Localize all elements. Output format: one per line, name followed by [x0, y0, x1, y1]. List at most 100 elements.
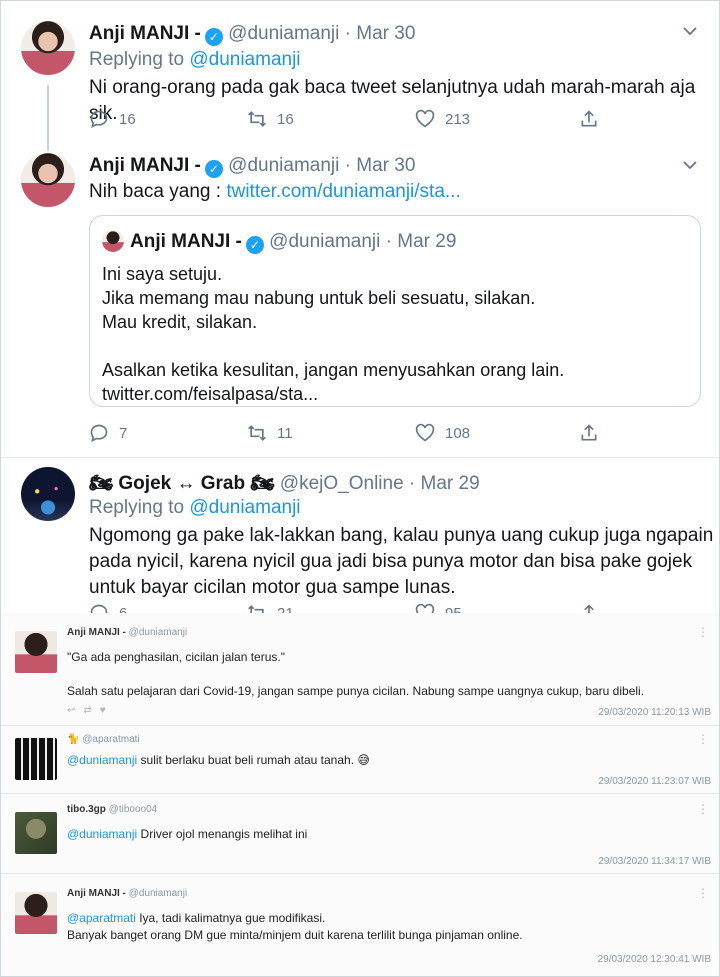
deck-header: 🐈 @aparatmati: [67, 734, 140, 745]
deck-tweet-4[interactable]: Anji MANJI - @duniamanji ⋮ @aparatmati I…: [1, 873, 719, 976]
deck-text: @aparatmati Iya, tadi kalimatnya gue mod…: [67, 910, 523, 944]
mention-link[interactable]: @duniamanji: [67, 827, 137, 841]
like-count: 108: [445, 424, 471, 442]
replying-label: Replying to: [89, 49, 190, 70]
deck-text: @duniamanji Driver ojol menangis melihat…: [67, 826, 307, 843]
display-name[interactable]: Anji MANJI -: [67, 888, 126, 899]
like-count: 213: [445, 110, 471, 128]
tweet-header: Anji MANJI - ✓ @duniamanji · Mar 30: [89, 23, 415, 46]
share-button[interactable]: [579, 423, 599, 443]
chevron-down-icon[interactable]: [683, 23, 697, 40]
share-icon: [581, 424, 597, 441]
tweet-actions: 7 11 108: [89, 423, 609, 447]
quote-line: Asalkan ketika kesulitan, jangan menyusa…: [102, 360, 565, 380]
user-handle[interactable]: @duniamanji: [129, 888, 188, 899]
retweet-button[interactable]: 16: [247, 109, 294, 129]
more-options-icon[interactable]: ⋮: [697, 732, 709, 746]
tweet-text: Ngomong ga pake lak-lakkan bang, kalau p…: [89, 523, 713, 601]
more-options-icon[interactable]: ⋮: [697, 802, 709, 816]
replying-to: Replying to @duniamanji: [89, 497, 301, 519]
verified-badge-icon: ✓: [204, 160, 223, 178]
replying-to: Replying to @duniamanji: [89, 49, 301, 71]
reply-icon: [90, 424, 108, 443]
display-name[interactable]: Anji MANJI -: [89, 23, 201, 44]
avatar[interactable]: [15, 631, 57, 673]
tweet-3[interactable]: 🏍 Gojek ↔ Grab 🏍 @kejO_Online · Mar 29 R…: [1, 459, 719, 623]
user-handle[interactable]: @tibooo04: [109, 804, 158, 815]
display-name[interactable]: tibo.3gp: [67, 804, 106, 815]
tweet-line: Ngomong ga pake lak-lakkan bang, kalau p…: [89, 525, 714, 546]
tweet-date[interactable]: · Mar 30: [345, 23, 416, 44]
deck-timestamp: 29/03/2020 11:23:07 WIB: [598, 776, 711, 787]
tweet-text-prefix: Nih baca yang :: [89, 181, 227, 202]
retweet-button[interactable]: 11: [247, 423, 293, 443]
verified-badge-icon: ✓: [245, 236, 264, 254]
tweet-actions: 16 16 213: [89, 109, 609, 133]
reply-icon[interactable]: ↩: [67, 705, 83, 716]
deck-timestamp: 29/03/2020 12:30:41 WIB: [597, 954, 711, 965]
deck-line: Banyak banget orang DM gue minta/minjem …: [67, 928, 523, 942]
chevron-down-icon[interactable]: [683, 157, 697, 174]
deck-tweet-2[interactable]: 🐈 @aparatmati ⋮ @duniamanji sulit berlak…: [1, 725, 719, 793]
avatar[interactable]: [21, 153, 75, 207]
avatar[interactable]: [15, 892, 57, 934]
deck-timestamp: 29/03/2020 11:20:13 WIB: [598, 707, 711, 718]
avatar[interactable]: [15, 812, 57, 854]
mention-link[interactable]: @duniamanji: [67, 753, 137, 767]
deck-line: Driver ojol menangis melihat ini: [137, 827, 308, 841]
tweet-line: untuk bayar cicilan motor gua sampe luna…: [89, 577, 456, 598]
user-handle[interactable]: @aparatmati: [82, 734, 139, 745]
retweet-icon[interactable]: ⇄: [83, 705, 99, 716]
more-options-icon[interactable]: ⋮: [697, 625, 709, 639]
replying-label: Replying to: [89, 497, 190, 518]
like-button[interactable]: 108: [415, 423, 470, 443]
deck-text: @duniamanji sulit berlaku buat beli ruma…: [67, 752, 370, 769]
heart-icon[interactable]: ♥: [100, 705, 114, 716]
quote-avatar: [102, 230, 124, 252]
replying-handle-link[interactable]: @duniamanji: [189, 497, 300, 518]
reply-button[interactable]: 16: [89, 109, 136, 129]
avatar[interactable]: [21, 467, 75, 521]
screenshot-frame: Anji MANJI - ✓ @duniamanji · Mar 30 Reply…: [0, 0, 720, 977]
avatar[interactable]: [21, 21, 75, 75]
retweet-count: 16: [277, 110, 294, 128]
tweet-header: 🏍 Gojek ↔ Grab 🏍 @kejO_Online · Mar 29: [89, 471, 480, 495]
display-name[interactable]: Anji MANJI -: [67, 627, 126, 638]
tweet-1[interactable]: Anji MANJI - ✓ @duniamanji · Mar 30 Reply…: [1, 1, 719, 151]
display-name[interactable]: Anji MANJI -: [89, 155, 201, 176]
quote-header: Anji MANJI - ✓ @duniamanji · Mar 29: [102, 230, 456, 254]
user-handle[interactable]: @duniamanji: [228, 155, 339, 176]
cat-icon: 🐈: [67, 734, 80, 745]
deck-text: "Ga ada penghasilan, cicilan jalan terus…: [67, 649, 644, 700]
deck-tweet-3[interactable]: tibo.3gp @tibooo04 ⋮ @duniamanji Driver …: [1, 793, 719, 873]
deck-line: Salah satu pelajaran dari Covid-19, jang…: [67, 684, 645, 698]
tweet-2[interactable]: Anji MANJI - ✓ @duniamanji · Mar 30 Nih b…: [1, 151, 719, 459]
replying-handle-link[interactable]: @duniamanji: [189, 49, 300, 70]
deck-tweet-1[interactable]: Anji MANJI - @duniamanji ⋮ "Ga ada pengh…: [1, 613, 719, 725]
avatar[interactable]: [15, 738, 57, 780]
user-handle[interactable]: @duniamanji: [129, 627, 188, 638]
deck-line: [67, 666, 644, 683]
divider: [1, 457, 719, 458]
tweet-line: pada nyicil, karena nyicil gua jadi bisa…: [89, 551, 693, 572]
user-handle[interactable]: @duniamanji: [228, 23, 339, 44]
tweet-date[interactable]: · Mar 30: [345, 155, 416, 176]
display-name[interactable]: 🏍 Gojek ↔ Grab 🏍: [89, 473, 275, 494]
thread-connector: [47, 85, 49, 151]
like-button[interactable]: 213: [415, 109, 470, 129]
quoted-tweet[interactable]: Anji MANJI - ✓ @duniamanji · Mar 29 Ini s…: [89, 215, 701, 407]
tweet-date[interactable]: · Mar 29: [409, 473, 480, 494]
more-options-icon[interactable]: ⋮: [697, 886, 709, 900]
reply-button[interactable]: 7: [89, 423, 127, 443]
quote-display-name: Anji MANJI -: [130, 231, 242, 252]
mention-link[interactable]: @aparatmati: [67, 911, 136, 925]
reply-count: 16: [119, 110, 136, 128]
reply-icon: [90, 110, 108, 129]
tweet-text: Nih baca yang : twitter.com/duniamanji/s…: [89, 179, 461, 205]
heart-icon: [415, 109, 435, 128]
deck-header: tibo.3gp @tibooo04: [67, 804, 157, 815]
share-button[interactable]: [579, 109, 599, 129]
deck-line: sulit berlaku buat beli rumah atau tanah…: [137, 753, 370, 767]
user-handle[interactable]: @kejO_Online: [280, 473, 404, 494]
tweet-link[interactable]: twitter.com/duniamanji/sta...: [226, 181, 460, 202]
